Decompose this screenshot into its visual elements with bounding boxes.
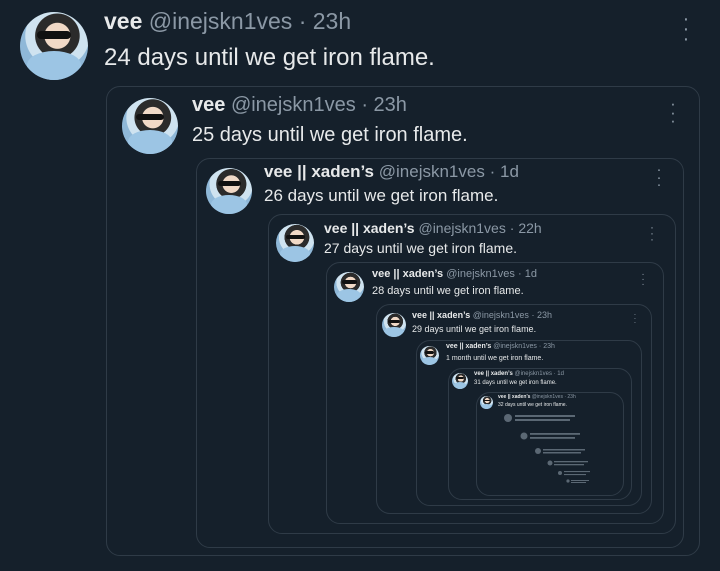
display-name[interactable]: vee || xaden’s — [264, 162, 374, 181]
avatar[interactable] — [334, 272, 364, 302]
separator: · — [509, 220, 515, 236]
tweet-text: 25 days until we get iron flame. — [192, 124, 468, 146]
more-options-icon[interactable]: · · · — [648, 221, 656, 245]
timestamp[interactable]: 23h — [537, 310, 552, 320]
handle[interactable]: @inejskn1ves — [473, 310, 529, 320]
more-options-icon[interactable]: · · · — [654, 162, 664, 191]
avatar[interactable] — [206, 168, 252, 214]
separator: · — [553, 371, 556, 377]
timestamp[interactable]: 23h — [543, 343, 555, 350]
separator: · — [531, 310, 535, 320]
timestamp[interactable]: 1d — [525, 268, 537, 280]
tweet-text: 24 days until we get iron flame. — [104, 44, 435, 71]
separator: · — [298, 8, 307, 34]
tweet[interactable]: vee @inejskn1ves · 23h 24 days until we … — [0, 0, 720, 80]
avatar[interactable] — [20, 12, 88, 80]
tweet-text: 32 days until we get iron flame. — [498, 402, 567, 408]
display-name[interactable]: vee || xaden’s — [498, 394, 530, 400]
timestamp[interactable]: 23h — [374, 94, 407, 116]
display-name[interactable]: vee || xaden’s — [324, 220, 415, 236]
more-options-icon[interactable]: · · · — [680, 9, 692, 49]
more-options-icon[interactable]: · · · — [640, 270, 646, 290]
separator: · — [538, 343, 542, 350]
tweet-text: 26 days until we get iron flame. — [264, 186, 499, 205]
display-name[interactable]: vee || xaden’s — [412, 310, 470, 320]
more-options-icon[interactable]: · · · — [668, 95, 678, 128]
timestamp[interactable]: 1d — [557, 371, 564, 377]
avatar[interactable] — [122, 98, 178, 154]
display-name[interactable]: vee || xaden’s — [474, 371, 513, 377]
handle[interactable]: @inejskn1ves — [532, 394, 563, 400]
tweet-text: 29 days until we get iron flame. — [412, 324, 537, 334]
handle[interactable]: @inejskn1ves — [231, 94, 356, 116]
display-name[interactable]: vee — [192, 94, 225, 116]
avatar[interactable] — [276, 224, 314, 262]
tweet-text: 1 month until we get iron flame. — [446, 355, 544, 362]
handle[interactable]: @inejskn1ves — [149, 8, 293, 34]
avatar[interactable] — [480, 396, 493, 409]
separator: · — [489, 162, 496, 181]
avatar[interactable] — [420, 346, 439, 365]
separator: · — [517, 268, 522, 280]
handle[interactable]: @inejskn1ves — [379, 162, 485, 181]
separator: · — [361, 94, 368, 116]
timestamp[interactable]: 23h — [567, 394, 575, 400]
more-options-icon[interactable]: · · · — [632, 311, 638, 327]
handle[interactable]: @inejskn1ves — [446, 268, 515, 280]
handle[interactable]: @inejskn1ves — [418, 220, 505, 236]
handle[interactable]: @inejskn1ves — [493, 343, 537, 350]
timestamp[interactable]: 22h — [518, 220, 541, 236]
avatar[interactable] — [452, 373, 468, 389]
timestamp[interactable]: 23h — [313, 8, 351, 34]
tweet-text: 27 days until we get iron flame. — [324, 240, 517, 256]
tweet-text: 31 days until we get iron flame. — [474, 380, 557, 386]
avatar[interactable] — [382, 313, 406, 337]
display-name[interactable]: vee || xaden’s — [372, 268, 443, 280]
timestamp[interactable]: 1d — [500, 162, 519, 181]
tweet-text: 28 days until we get iron flame. — [372, 285, 524, 297]
handle[interactable]: @inejskn1ves — [515, 371, 552, 377]
display-name[interactable]: vee — [104, 8, 142, 34]
separator: · — [564, 394, 567, 400]
display-name[interactable]: vee || xaden’s — [446, 343, 491, 350]
